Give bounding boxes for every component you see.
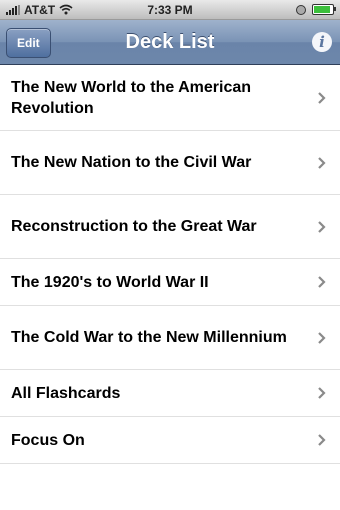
deck-label: The Cold War to the New Millennium [11, 329, 287, 346]
deck-label: The New World to the American Revolution [11, 78, 252, 117]
chevron-right-icon [318, 387, 326, 399]
status-bar: AT&T 7:33 PM [0, 0, 340, 20]
list-item[interactable]: Focus On [0, 417, 340, 464]
chevron-right-icon [318, 156, 326, 169]
status-right [296, 4, 336, 15]
rotation-lock-icon [296, 4, 306, 15]
carrier-label: AT&T [24, 2, 56, 17]
deck-label: All Flashcards [11, 384, 121, 402]
list-item[interactable]: The 1920's to World War II [0, 259, 340, 306]
carrier-group: AT&T [6, 3, 73, 17]
list-item[interactable]: All Flashcards [0, 370, 340, 417]
list-item[interactable]: Reconstruction to the Great War [0, 195, 340, 259]
page-title: Deck List [125, 30, 215, 53]
chevron-right-icon [318, 220, 326, 233]
battery-icon [312, 4, 336, 15]
wifi-icon [59, 4, 73, 15]
deck-label: Focus On [11, 431, 85, 449]
list-item[interactable]: The New Nation to the Civil War [0, 131, 340, 195]
edit-button[interactable]: Edit [6, 28, 51, 58]
list-item[interactable]: The Cold War to the New Millennium [0, 306, 340, 370]
list-item[interactable]: The New World to the American Revolution [0, 65, 340, 131]
deck-label: The 1920's to World War II [11, 273, 209, 291]
chevron-right-icon [318, 434, 326, 446]
deck-label: The New Nation to the Civil War [11, 154, 252, 171]
signal-icon [6, 4, 20, 15]
deck-label: Reconstruction to the Great War [11, 218, 257, 235]
chevron-right-icon [318, 276, 326, 288]
navigation-bar: Edit Deck List i [0, 20, 340, 65]
chevron-right-icon [318, 91, 326, 104]
info-icon[interactable]: i [312, 32, 332, 52]
deck-list: The New World to the American Revolution… [0, 65, 340, 464]
chevron-right-icon [318, 331, 326, 344]
